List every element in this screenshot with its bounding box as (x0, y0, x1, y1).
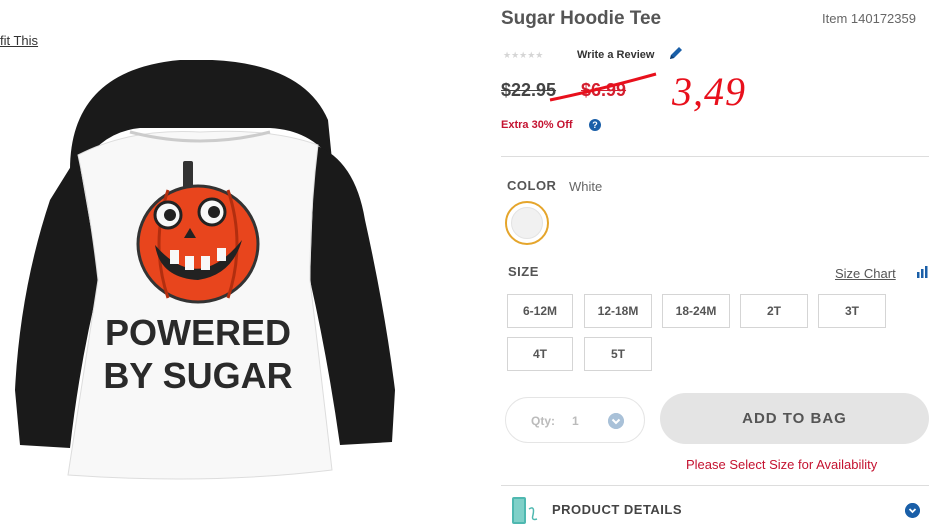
product-title: Sugar Hoodie Tee (501, 8, 662, 29)
divider (501, 485, 929, 486)
help-icon[interactable]: ? (589, 119, 601, 131)
size-chart-icon[interactable] (916, 266, 929, 278)
pencil-icon[interactable] (667, 44, 685, 62)
rating-stars: ★★★★★ (503, 50, 544, 60)
handwritten-strike (549, 72, 657, 102)
swatch-fill (511, 207, 543, 239)
chevron-down-icon[interactable] (905, 503, 920, 518)
availability-message: Please Select Size for Availability (686, 457, 878, 472)
size-option-6-12m[interactable]: 6-12M (507, 294, 573, 328)
write-review-link[interactable]: Write a Review (577, 49, 654, 61)
product-details-label[interactable]: PRODUCT DETAILS (552, 502, 682, 517)
quantity-value: 1 (572, 414, 579, 428)
size-option-5t[interactable]: 5T (584, 337, 652, 371)
quantity-label: Qty: (531, 414, 555, 428)
size-option-12-18m[interactable]: 12-18M (584, 294, 652, 328)
divider (501, 156, 929, 157)
size-option-2t[interactable]: 2T (740, 294, 808, 328)
size-option-4t[interactable]: 4T (507, 337, 573, 371)
item-number: Item 140172359 (822, 11, 916, 26)
size-option-18-24m[interactable]: 18-24M (662, 294, 730, 328)
size-chart-link[interactable]: Size Chart (835, 266, 896, 281)
product-image: POWERED BY SUGAR (10, 59, 400, 485)
shirt-text-line2: BY SUGAR (103, 355, 292, 396)
handwritten-price: 3,49 (672, 69, 746, 114)
color-swatch-white[interactable] (505, 201, 549, 245)
size-option-3t[interactable]: 3T (818, 294, 886, 328)
color-label: COLOR (507, 178, 557, 193)
promo-text: Extra 30% Off (501, 119, 573, 131)
product-details-icon (512, 497, 538, 524)
quantity-select[interactable]: Qty: 1 (505, 397, 645, 443)
add-to-bag-button[interactable]: ADD TO BAG (660, 393, 929, 444)
shirt-text-line1: POWERED (105, 312, 291, 353)
size-label: SIZE (508, 264, 539, 279)
chevron-down-icon (608, 413, 624, 429)
hoodie-illustration: POWERED BY SUGAR (15, 59, 395, 480)
color-value: White (569, 179, 603, 194)
complete-outfit-link[interactable]: fit This (0, 33, 38, 48)
